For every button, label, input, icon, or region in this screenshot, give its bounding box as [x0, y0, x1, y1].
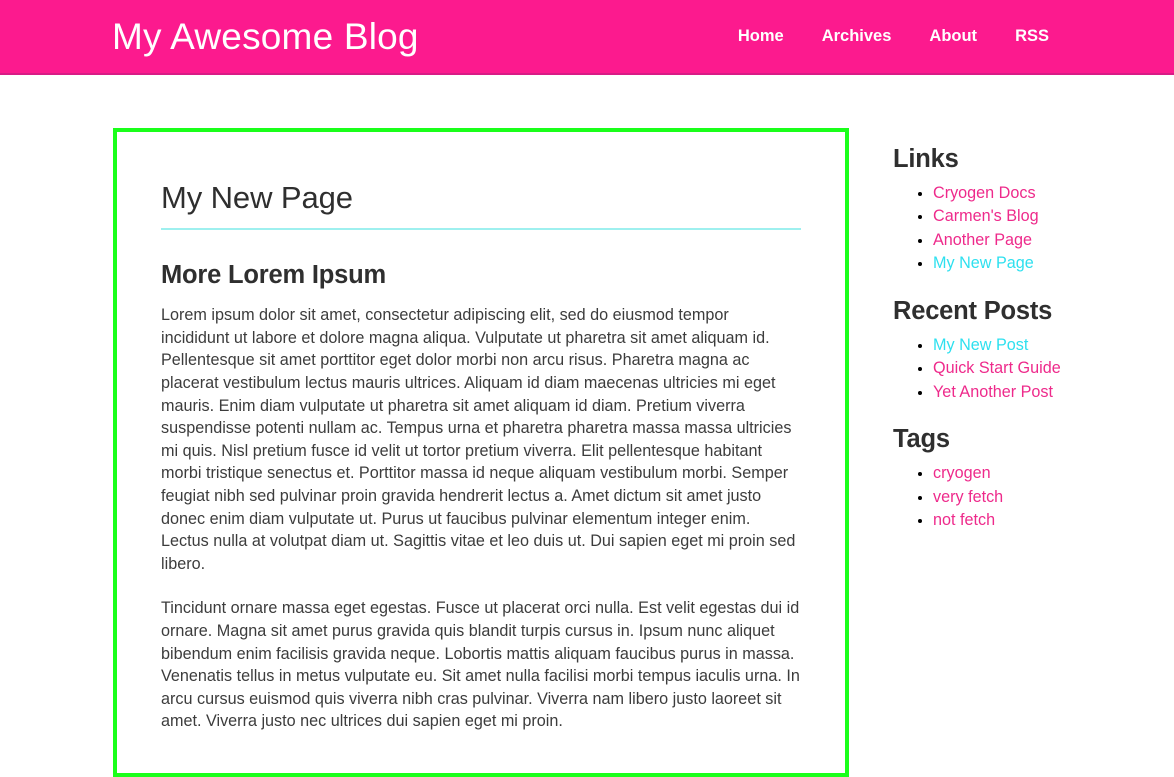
site-title: My Awesome Blog [112, 16, 419, 57]
sidebar: Links Cryogen Docs Carmen's Blog Another… [893, 128, 1174, 533]
sidebar-section-links: Links Cryogen Docs Carmen's Blog Another… [893, 144, 1174, 276]
sidebar-heading-recent-posts: Recent Posts [893, 296, 1053, 325]
sidebar-link-quick-start-guide[interactable]: Quick Start Guide [933, 359, 1061, 377]
list-item: cryogen [933, 462, 1174, 486]
sidebar-heading-links: Links [893, 145, 959, 173]
nav-link-about[interactable]: About [910, 27, 996, 46]
list-item: My New Post [933, 334, 1174, 358]
nav-link-home[interactable]: Home [719, 27, 803, 46]
nav-link-archives[interactable]: Archives [803, 27, 911, 46]
tag-link-cryogen[interactable]: cryogen [933, 464, 991, 482]
main-content-panel: My New Page More Lorem Ipsum Lorem ipsum… [113, 128, 849, 777]
sidebar-link-my-new-post[interactable]: My New Post [933, 336, 1028, 354]
primary-navigation: Home Archives About RSS [719, 27, 1068, 46]
list-item: My New Page [933, 252, 1174, 276]
sidebar-link-another-page[interactable]: Another Page [933, 231, 1032, 249]
site-header: My Awesome Blog Home Archives About RSS [0, 0, 1174, 75]
tag-link-not-fetch[interactable]: not fetch [933, 511, 995, 529]
sidebar-section-tags: Tags cryogen very fetch not fetch [893, 424, 1174, 532]
sidebar-heading-tags: Tags [893, 425, 950, 454]
body-paragraph: Lorem ipsum dolor sit amet, consectetur … [161, 306, 796, 573]
body-paragraph: Tincidunt ornare massa eget egestas. Fus… [161, 599, 800, 731]
section-title: More Lorem Ipsum [161, 260, 386, 289]
sidebar-link-carmens-blog[interactable]: Carmen's Blog [933, 207, 1039, 225]
tags-list: cryogen very fetch not fetch [893, 462, 1174, 533]
sidebar-link-yet-another-post[interactable]: Yet Another Post [933, 383, 1053, 401]
list-item: Carmen's Blog [933, 205, 1174, 229]
list-item: Another Page [933, 229, 1174, 253]
list-item: not fetch [933, 509, 1174, 533]
list-item: Cryogen Docs [933, 182, 1174, 206]
list-item: very fetch [933, 486, 1174, 510]
recent-posts-list: My New Post Quick Start Guide Yet Anothe… [893, 334, 1174, 405]
sidebar-link-cryogen-docs[interactable]: Cryogen Docs [933, 184, 1036, 202]
nav-link-rss[interactable]: RSS [996, 27, 1068, 46]
tag-link-very-fetch[interactable]: very fetch [933, 488, 1003, 506]
sidebar-link-my-new-page[interactable]: My New Page [933, 254, 1034, 272]
list-item: Yet Another Post [933, 381, 1174, 405]
title-divider [161, 227, 801, 230]
sidebar-section-recent-posts: Recent Posts My New Post Quick Start Gui… [893, 296, 1174, 404]
page-title: My New Page [161, 180, 353, 215]
page-body: My New Page More Lorem Ipsum Lorem ipsum… [0, 75, 1174, 777]
links-list: Cryogen Docs Carmen's Blog Another Page … [893, 182, 1174, 276]
list-item: Quick Start Guide [933, 357, 1174, 381]
